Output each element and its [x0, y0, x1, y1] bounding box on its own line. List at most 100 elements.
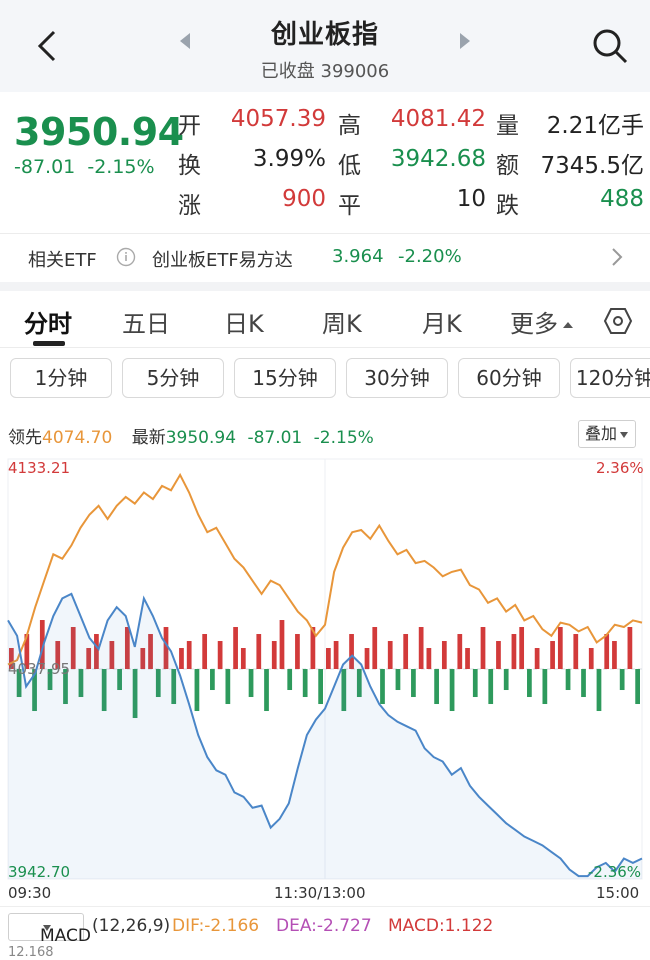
volume-bar: [233, 627, 238, 670]
volume-bar: [519, 627, 525, 670]
volume-bar: [434, 669, 439, 705]
amount-value: 7345.5亿: [540, 153, 644, 179]
volume-bar: [542, 669, 548, 705]
volume-bar: [635, 669, 640, 705]
volume-bar: [503, 669, 509, 691]
intraday-chart[interactable]: 4133.21 2.36% 4037.95 3942.70 -2.36%: [0, 455, 650, 887]
tab-weekly-k[interactable]: 周K: [322, 304, 362, 339]
quote-panel: 3950.94 -87.01 -2.15% 开 4057.39 高 4081.4…: [0, 92, 650, 232]
x-label-mid: 11:30/13:00: [274, 884, 366, 902]
volume-bar: [287, 669, 293, 691]
volume-bar: [557, 627, 563, 670]
tab-monthly-k[interactable]: 月K: [422, 304, 462, 339]
tab-daily-k[interactable]: 日K: [224, 304, 264, 339]
volume-bar: [596, 669, 602, 712]
chart-tabs: 分时 五日 日K 周K 月K 更多: [0, 292, 650, 348]
etf-change: -2.20%: [398, 246, 462, 267]
volume-bar: [457, 634, 463, 670]
overlay-dropdown[interactable]: 叠加: [578, 420, 636, 448]
low-label: 低: [338, 153, 361, 179]
volume-value: 2.21亿手: [546, 113, 644, 139]
chevron-left-icon: [37, 30, 56, 62]
volume-bar: [480, 627, 486, 670]
etf-label: 相关ETF: [28, 250, 97, 271]
open-value: 4057.39: [230, 106, 326, 132]
volume-bar: [619, 669, 625, 691]
volume-bar: [318, 669, 323, 705]
volume-bar: [581, 669, 586, 698]
triangle-right-icon: [460, 33, 470, 49]
pct-max-label: 2.36%: [596, 459, 644, 477]
x-label-end: 15:00: [596, 884, 640, 902]
chevron-right-icon: [610, 246, 624, 273]
latest-value: 3950.94: [165, 428, 237, 448]
volume-bar: [496, 641, 501, 670]
etf-price: 3.964: [332, 246, 384, 267]
change-percent: -2.15%: [87, 156, 155, 178]
macd-dif: DIF:-2.166: [172, 916, 260, 936]
turnover-label: 换: [178, 153, 201, 179]
low-value: 3942.68: [390, 146, 486, 172]
caret-up-icon: [563, 322, 573, 328]
volume-bar: [248, 669, 254, 698]
volume-bar: [256, 634, 262, 670]
period-30min[interactable]: 30分钟: [346, 358, 448, 398]
volume-bar: [372, 627, 378, 670]
volume-bar: [264, 669, 269, 712]
volume-bar: [403, 634, 409, 670]
settings-hex-icon[interactable]: [603, 306, 633, 340]
down-count-value: 488: [600, 186, 644, 212]
leader-label: 领先: [8, 428, 42, 448]
volume-bar: [588, 648, 594, 670]
amount-label: 额: [496, 153, 519, 179]
period-60min[interactable]: 60分钟: [458, 358, 560, 398]
info-icon[interactable]: [116, 247, 136, 272]
next-index-button[interactable]: [456, 32, 472, 50]
related-etf-row[interactable]: 相关ETF 创业板ETF易方达 3.964 -2.20%: [0, 233, 650, 281]
macd-dea: DEA:-2.727: [276, 916, 372, 936]
caret-down-icon: [620, 432, 628, 438]
flat-count-label: 平: [338, 193, 361, 219]
latest-change-pct: -2.15%: [313, 428, 374, 448]
up-count-label: 涨: [178, 193, 201, 219]
period-120min[interactable]: 120分钟: [570, 358, 650, 398]
volume-bar: [550, 641, 555, 670]
volume-bar: [380, 669, 385, 705]
overlay-label: 叠加: [584, 424, 617, 443]
volume-bar: [565, 669, 571, 691]
volume-bar: [217, 641, 223, 670]
volume-label: 量: [496, 113, 519, 139]
tab-five-day[interactable]: 五日: [122, 304, 170, 339]
latest-label: 最新: [131, 428, 166, 448]
period-1min[interactable]: 1分钟: [10, 358, 112, 398]
macd-params: (12,26,9): [92, 916, 171, 936]
volume-bar: [604, 634, 610, 670]
volume-bar: [295, 634, 300, 670]
tab-more[interactable]: 更多: [510, 304, 574, 339]
leader-value: 4074.70: [42, 428, 113, 448]
period-15min[interactable]: 15分钟: [234, 358, 336, 398]
top-header: 创业板指 已收盘 399006: [0, 0, 650, 92]
indicator-selector[interactable]: MACD: [8, 913, 91, 946]
volume-bar: [418, 627, 424, 670]
volume-bar: [186, 641, 192, 670]
tab-intraday[interactable]: 分时: [24, 304, 72, 339]
period-5min[interactable]: 5分钟: [122, 358, 224, 398]
back-button[interactable]: [28, 26, 68, 66]
search-button[interactable]: [590, 26, 630, 66]
open-label: 开: [178, 113, 201, 139]
turnover-value: 3.99%: [252, 146, 326, 172]
price-change: -87.01 -2.15%: [14, 156, 155, 178]
volume-bar: [179, 648, 184, 670]
high-value: 4081.42: [390, 106, 486, 132]
volume-bar: [225, 669, 231, 705]
y-max-label: 4133.21: [8, 459, 71, 477]
volume-bar: [271, 641, 277, 670]
volume-bar: [534, 648, 540, 670]
search-icon: [593, 29, 628, 64]
volume-bar: [612, 641, 617, 670]
macd-value: MACD:1.122: [388, 916, 494, 936]
macd-indicator-bar: MACD (12,26,9) DIF:-2.166 DEA:-2.727 MAC…: [0, 906, 650, 946]
active-tab-indicator: [33, 341, 65, 346]
chart-info-bar: 领先4074.70 最新3950.94 -87.01 -2.15%: [8, 423, 380, 448]
